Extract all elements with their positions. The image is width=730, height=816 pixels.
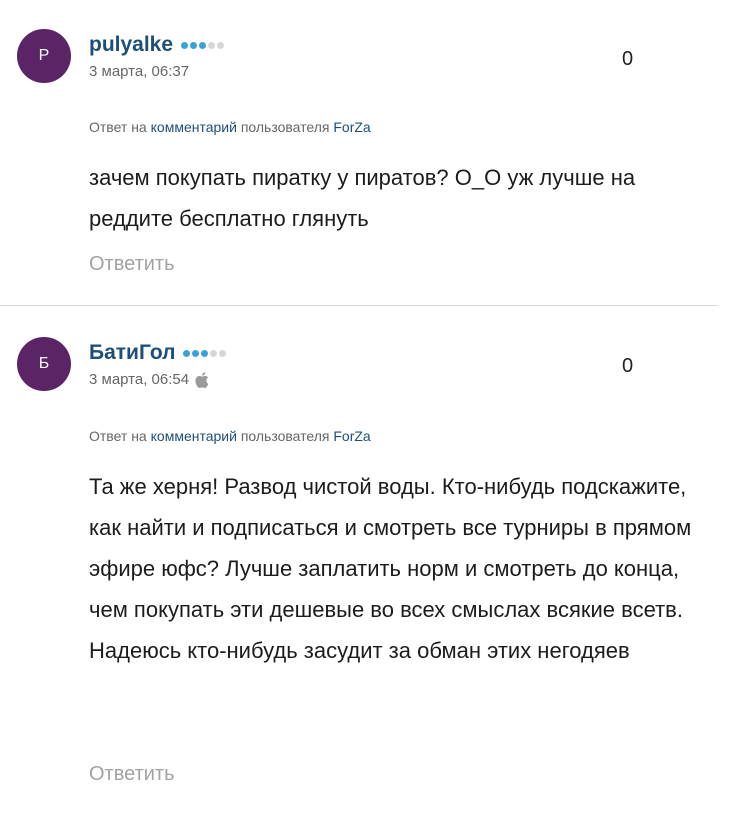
reply-to-line: Ответ на комментарий пользователя ForZa: [89, 119, 371, 135]
rating-dots: [183, 349, 227, 357]
rating-dot-filled: [201, 349, 209, 357]
avatar[interactable]: Б: [17, 337, 71, 391]
comment-score: 0: [622, 48, 634, 70]
reply-prefix: Ответ на: [89, 119, 147, 135]
reply-button[interactable]: Ответить: [89, 253, 175, 276]
avatar-letter: P: [38, 47, 50, 64]
reply-user-link[interactable]: ForZa: [333, 428, 370, 444]
reply-user-link[interactable]: ForZa: [333, 119, 370, 135]
reply-button[interactable]: Ответить: [89, 763, 175, 786]
comment-text: зачем покупать пиратку у пиратов? О_О уж…: [89, 165, 636, 231]
author-name[interactable]: БатиГол: [89, 341, 175, 365]
timestamp-row: 3 марта, 06:37: [89, 63, 189, 80]
rating-dot-filled: [183, 349, 191, 357]
comment-divider: [0, 305, 718, 306]
avatar-letter: Б: [38, 355, 50, 372]
rating-dot-empty: [210, 349, 218, 357]
comment-score: 0: [622, 355, 634, 377]
rating-dot-filled: [190, 41, 198, 49]
timestamp: 3 марта, 06:37: [89, 63, 190, 80]
reply-middle: пользователя: [240, 428, 330, 444]
rating-dot-empty: [219, 349, 227, 357]
timestamp-row: 3 марта, 06:54: [89, 371, 209, 388]
avatar[interactable]: P: [17, 29, 71, 83]
reply-comment-link[interactable]: комментарий: [151, 428, 237, 444]
rating-dot-filled: [199, 41, 207, 49]
timestamp: 3 марта, 06:54: [89, 371, 190, 388]
reply-to-line: Ответ на комментарий пользователя ForZa: [89, 428, 371, 444]
rating-dots: [181, 41, 225, 49]
rating-dot-empty: [208, 41, 216, 49]
rating-dot-filled: [181, 41, 189, 49]
reply-prefix: Ответ на: [89, 428, 147, 444]
rating-dot-filled: [192, 349, 200, 357]
reply-middle: пользователя: [240, 119, 330, 135]
author-row: pulyalke: [89, 33, 225, 57]
author-row: БатиГол: [89, 341, 227, 365]
reply-comment-link[interactable]: комментарий: [151, 119, 237, 135]
comment-text: Та же херня! Развод чистой воды. Кто-ниб…: [89, 474, 692, 663]
apple-icon: [195, 371, 209, 388]
rating-dot-empty: [217, 41, 225, 49]
author-name[interactable]: pulyalke: [89, 33, 173, 57]
